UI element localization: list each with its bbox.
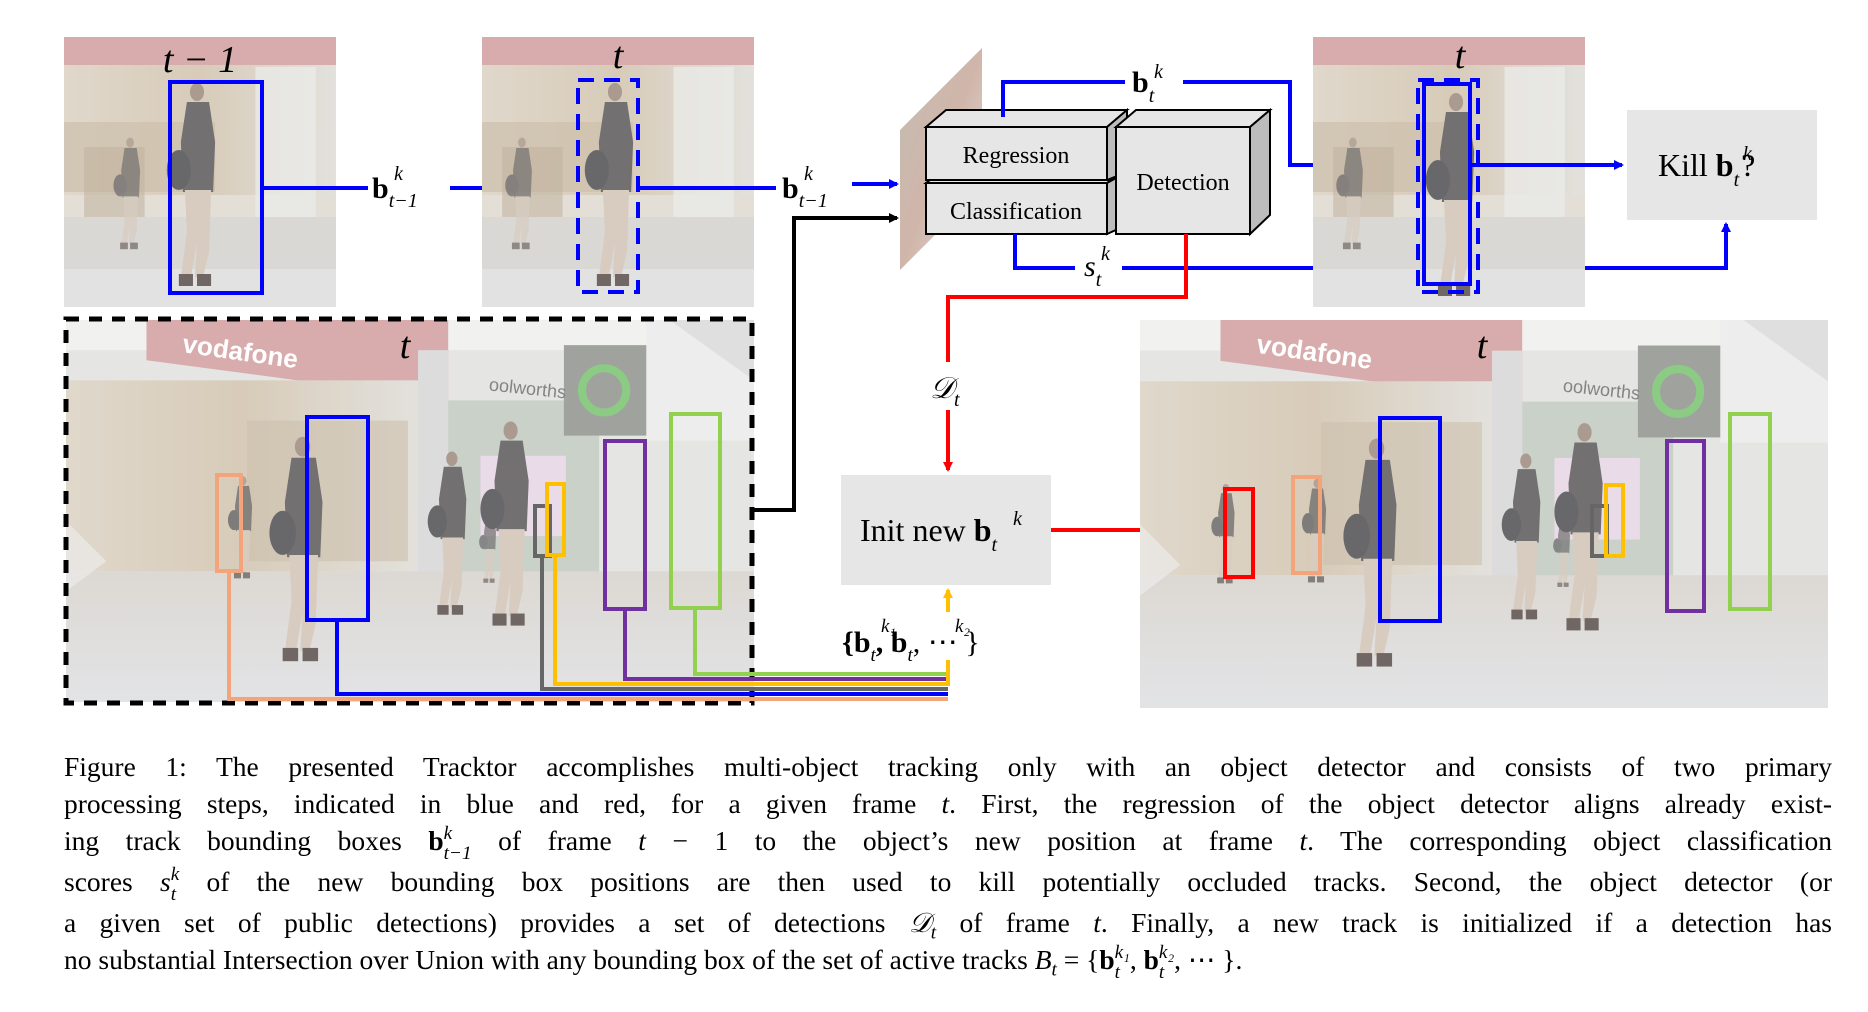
regression-block: Regression: [923, 107, 1130, 182]
caption-line-1: Figure 1: The presented Tracktor accompl…: [64, 751, 1832, 782]
caption-line-4: scores skt of the new bounding box posit…: [64, 864, 1832, 905]
label-s-cur: st: [1084, 250, 1102, 291]
line-classification-out: [1013, 234, 1075, 270]
label-b-cur: bt: [1132, 66, 1155, 107]
init-box-sup: k: [1013, 508, 1023, 530]
label-b-prev-1-sup: k: [394, 163, 404, 185]
frame-prev-label: t − 1: [163, 39, 237, 81]
caption-line-5: a given set of public detections) provid…: [64, 906, 1832, 944]
kill-box: Kill bt? k: [1627, 110, 1817, 220]
init-box: Init new bt k: [841, 475, 1051, 585]
label-b-prev-2-sup: k: [804, 163, 814, 185]
kill-box-sup: k: [1743, 143, 1753, 165]
caption-line-2: processing steps, indicated in blue and …: [64, 788, 1832, 819]
label-b-cur-sup: k: [1154, 61, 1164, 83]
label-s-cur-sup: k: [1101, 243, 1111, 265]
frame-regressed: t: [1313, 35, 1585, 307]
classification-label: Classification: [950, 199, 1082, 225]
frame-main-label: t: [400, 325, 412, 367]
label-d-cur: 𝒟t: [930, 372, 960, 411]
frame-output-label: t: [1477, 325, 1489, 367]
frame-regressed-label: t: [1455, 35, 1467, 77]
caption-line-3: ing track bounding boxes b k t−1 of frame …: [64, 823, 1833, 864]
label-active-set-sup1: k₁: [881, 616, 896, 637]
regression-label: Regression: [963, 143, 1070, 169]
caption-line-6: no substantial Intersection over Union w…: [64, 942, 1243, 983]
frame-prev: t − 1: [64, 37, 336, 307]
tracktor-figure: t − 1 bt−1 k t bt−1 k Regression Classif…: [63, 35, 1828, 708]
classification-block: Classification: [923, 170, 1128, 236]
figure-caption: Figure 1: The presented Tracktor accompl…: [64, 748, 1832, 982]
detection-label: Detection: [1136, 170, 1229, 196]
frame-cur: t: [482, 35, 754, 307]
frame-main: vodafone oolworths t: [63, 316, 755, 706]
detection-block: Detection: [1113, 107, 1273, 237]
label-active-set-sup2: k₂: [955, 616, 970, 637]
frame-output: vodafone oolworths t: [1140, 320, 1828, 708]
arrow-frame-to-net: [754, 213, 899, 512]
frame-cur-label: t: [613, 35, 625, 77]
